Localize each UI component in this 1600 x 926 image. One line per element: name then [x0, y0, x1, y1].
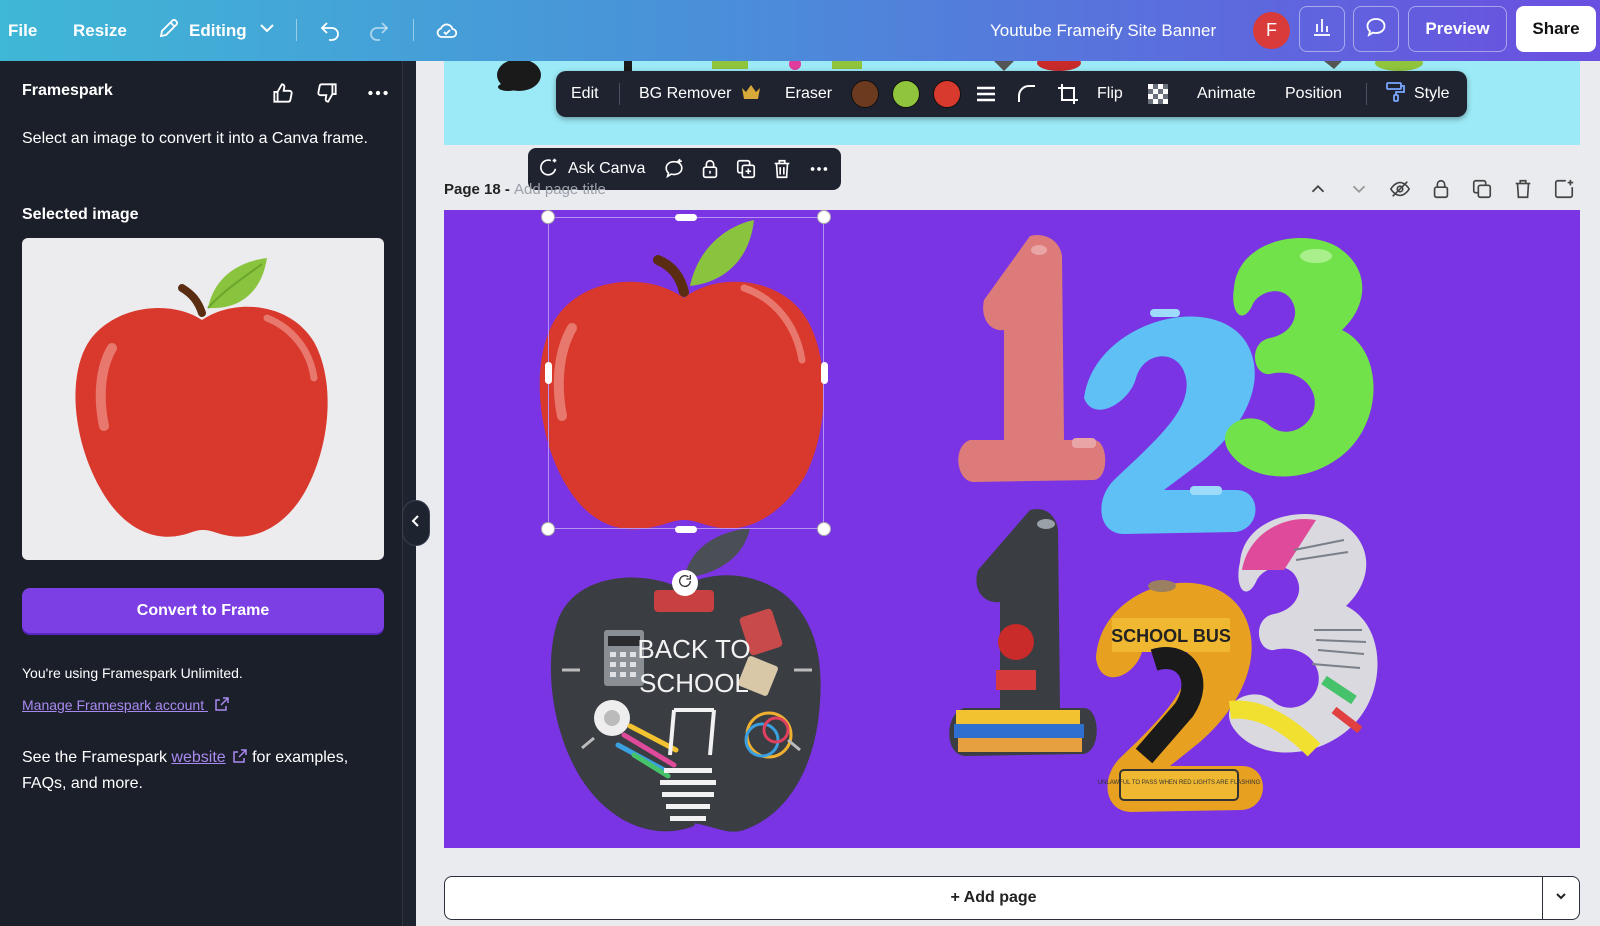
file-menu[interactable]: File: [8, 0, 37, 61]
lock-page-icon[interactable]: [1430, 178, 1452, 200]
share-button[interactable]: Share: [1516, 6, 1596, 52]
ask-canva-label: Ask Canva: [568, 160, 646, 177]
document-title[interactable]: Youtube Frameify Site Banner: [990, 0, 1216, 61]
duplicate-icon[interactable]: [735, 148, 757, 190]
website-info-text: See the Framespark website for examples,…: [22, 745, 382, 797]
color-swatch-green[interactable]: [892, 80, 920, 108]
page-number: Page 18 -: [444, 181, 515, 198]
comments-button[interactable]: [1353, 6, 1399, 52]
divider: [413, 19, 414, 41]
add-page-dropdown[interactable]: [1542, 876, 1580, 920]
add-comment-icon[interactable]: [663, 148, 685, 190]
chevron-down-icon: [255, 16, 279, 45]
resize-handle-left[interactable]: [545, 362, 552, 384]
image-edit-toolbar: Edit BG Remover Eraser Flip Animate Posi…: [556, 71, 1467, 117]
paint-roller-icon: [1384, 80, 1408, 109]
resize-handle-bottom-left[interactable]: [541, 522, 555, 536]
page-title-placeholder[interactable]: Add page title: [514, 181, 606, 198]
hide-page-icon[interactable]: [1389, 178, 1411, 200]
pencil-icon: [157, 16, 181, 45]
canvas-right-gutter: [1580, 61, 1600, 926]
color-swatch-red[interactable]: [933, 80, 961, 108]
undo-icon[interactable]: [318, 0, 342, 61]
panel-scrollbar[interactable]: [402, 61, 416, 926]
crop-icon[interactable]: [1056, 71, 1080, 117]
manage-account-link[interactable]: Manage Framespark account: [22, 696, 230, 713]
crown-icon: [739, 80, 763, 109]
add-page-icon[interactable]: [1553, 178, 1575, 200]
resize-handle-right[interactable]: [821, 362, 828, 384]
transparency-icon[interactable]: [1146, 71, 1170, 117]
divider: [1366, 83, 1367, 105]
panel-description: Select an image to convert it into a Can…: [22, 130, 368, 147]
flip-button[interactable]: Flip: [1097, 71, 1123, 117]
thumbs-down-icon[interactable]: [314, 80, 340, 106]
analytics-button[interactable]: [1299, 6, 1345, 52]
bar-chart-icon: [1310, 15, 1334, 44]
selected-image-label: Selected image: [22, 206, 139, 223]
style-button[interactable]: Style: [1384, 71, 1450, 117]
see-prefix: See the Framespark: [22, 749, 172, 766]
more-options-icon[interactable]: [365, 80, 391, 106]
lock-icon[interactable]: [699, 148, 721, 190]
chevron-down-icon: [1553, 888, 1569, 909]
corner-rounding-icon[interactable]: [1015, 71, 1039, 117]
cloud-saved-icon[interactable]: [435, 0, 459, 61]
divider: [619, 83, 620, 105]
bg-remover-button[interactable]: BG Remover: [639, 71, 763, 117]
website-link[interactable]: website: [171, 749, 225, 766]
rotate-handle[interactable]: [672, 570, 698, 596]
bus-small-text: UNLAWFUL TO PASS WHEN RED LIGHTS ARE FLA…: [1098, 780, 1261, 786]
bg-remover-label: BG Remover: [639, 85, 732, 102]
convert-to-frame-button[interactable]: Convert to Frame: [22, 588, 384, 633]
resize-button[interactable]: Resize: [73, 0, 127, 61]
plan-status-text: You're using Framespark Unlimited.: [22, 665, 243, 681]
back-to-school-line1: BACK TO: [637, 634, 750, 664]
resize-handle-bottom[interactable]: [675, 526, 697, 533]
resize-handle-top[interactable]: [675, 214, 697, 221]
eraser-button[interactable]: Eraser: [785, 71, 832, 117]
delete-icon[interactable]: [771, 148, 793, 190]
magic-icon: [538, 156, 560, 183]
rotate-icon: [677, 573, 693, 594]
school-bus-text: SCHOOL BUS: [1111, 626, 1231, 646]
style-label: Style: [1414, 85, 1450, 102]
redo-icon[interactable]: [367, 0, 391, 61]
animate-button[interactable]: Animate: [1197, 71, 1256, 117]
selection-box: [548, 217, 824, 529]
external-link-icon: [214, 696, 230, 712]
selected-image-preview: [22, 238, 384, 560]
photo-numbers-123[interactable]: SCHOOL BUS UNLAWFUL TO PASS WHEN RED LIG…: [949, 508, 1378, 812]
editing-label: Editing: [189, 20, 247, 40]
comment-icon: [1364, 15, 1388, 44]
color-swatch-brown[interactable]: [851, 80, 879, 108]
chevron-down-icon[interactable]: [1348, 178, 1370, 200]
collapse-panel-button[interactable]: [402, 500, 430, 546]
colored-numbers-123[interactable]: [958, 234, 1374, 534]
apple-preview-image: [75, 258, 328, 537]
position-button[interactable]: Position: [1285, 71, 1342, 117]
resize-handle-bottom-right[interactable]: [817, 522, 831, 536]
add-page-button[interactable]: + Add page: [444, 876, 1542, 920]
divider: [296, 19, 297, 41]
line-weight-icon[interactable]: [974, 71, 998, 117]
editing-mode-button[interactable]: Editing: [157, 0, 279, 61]
page-title-row[interactable]: Page 18 - Add page title: [444, 181, 606, 198]
duplicate-page-icon[interactable]: [1471, 178, 1493, 200]
resize-handle-top-right[interactable]: [817, 210, 831, 224]
preview-button[interactable]: Preview: [1408, 6, 1507, 52]
delete-page-icon[interactable]: [1512, 178, 1534, 200]
resize-handle-top-left[interactable]: [541, 210, 555, 224]
panel-title: Framespark: [22, 82, 113, 99]
top-bar: File Resize Editing Youtube Frameify Sit…: [0, 0, 1600, 61]
thumbs-up-icon[interactable]: [270, 80, 296, 106]
back-to-school-line2: SCHOOL: [639, 668, 749, 698]
avatar[interactable]: F: [1253, 12, 1290, 49]
manage-account-label: Manage Framespark account: [22, 697, 205, 713]
chevron-up-icon[interactable]: [1307, 178, 1329, 200]
more-options-icon[interactable]: [808, 148, 830, 190]
edit-button[interactable]: Edit: [571, 71, 599, 117]
chevron-left-icon: [409, 514, 423, 533]
external-link-icon: [232, 747, 248, 763]
